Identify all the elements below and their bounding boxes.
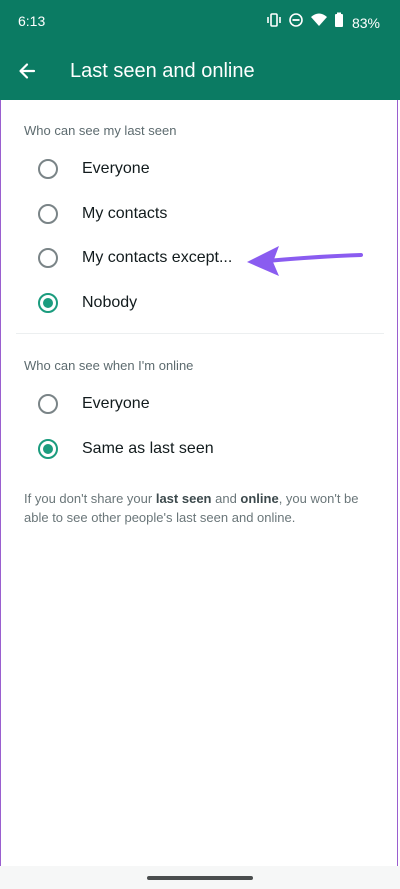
app-bar: Last seen and online xyxy=(0,44,400,100)
footnote-text: If you don't share your xyxy=(24,491,156,506)
radio-button[interactable] xyxy=(38,248,58,268)
back-button[interactable] xyxy=(14,60,40,86)
last-seen-option-my-contacts[interactable]: My contacts xyxy=(0,194,400,238)
radio-button[interactable] xyxy=(38,159,58,179)
home-gesture-handle[interactable] xyxy=(147,876,253,880)
footnote-bold-online: online xyxy=(240,491,279,506)
option-label: Nobody xyxy=(82,294,138,311)
option-label: My contacts xyxy=(82,205,168,222)
last-seen-section-header: Who can see my last seen xyxy=(24,123,177,138)
status-icons: 83% xyxy=(266,12,380,33)
footnote-text: and xyxy=(211,491,241,506)
battery-percent: 83% xyxy=(351,14,380,31)
option-label: Everyone xyxy=(82,160,150,177)
status-time: 6:13 xyxy=(18,13,46,29)
last-seen-option-nobody[interactable]: Nobody xyxy=(0,283,400,327)
page-title: Last seen and online xyxy=(70,60,255,82)
footnote-bold-last-seen: last seen xyxy=(155,491,212,506)
privacy-footnote: If you don't share your last seen and on… xyxy=(24,489,374,527)
radio-button[interactable] xyxy=(38,204,58,224)
radio-button[interactable] xyxy=(38,394,58,414)
battery-icon xyxy=(334,12,344,33)
online-option-everyone[interactable]: Everyone xyxy=(0,384,400,428)
radio-button-selected[interactable] xyxy=(38,439,58,459)
radio-button-selected[interactable] xyxy=(38,293,58,313)
do-not-disturb-icon xyxy=(288,12,304,33)
annotation-arrow-icon xyxy=(245,243,365,277)
status-bar: 6:13 83% xyxy=(0,0,400,44)
option-label: Everyone xyxy=(82,395,150,412)
vibrate-icon xyxy=(266,12,282,33)
wifi-icon xyxy=(310,12,328,33)
section-divider xyxy=(16,333,384,334)
option-label: Same as last seen xyxy=(82,440,214,457)
last-seen-option-everyone[interactable]: Everyone xyxy=(0,149,400,193)
arrow-left-icon xyxy=(17,61,37,86)
online-section-header: Who can see when I'm online xyxy=(24,358,194,373)
online-option-same-as-last-seen[interactable]: Same as last seen xyxy=(0,429,400,473)
option-label: My contacts except... xyxy=(82,249,233,266)
